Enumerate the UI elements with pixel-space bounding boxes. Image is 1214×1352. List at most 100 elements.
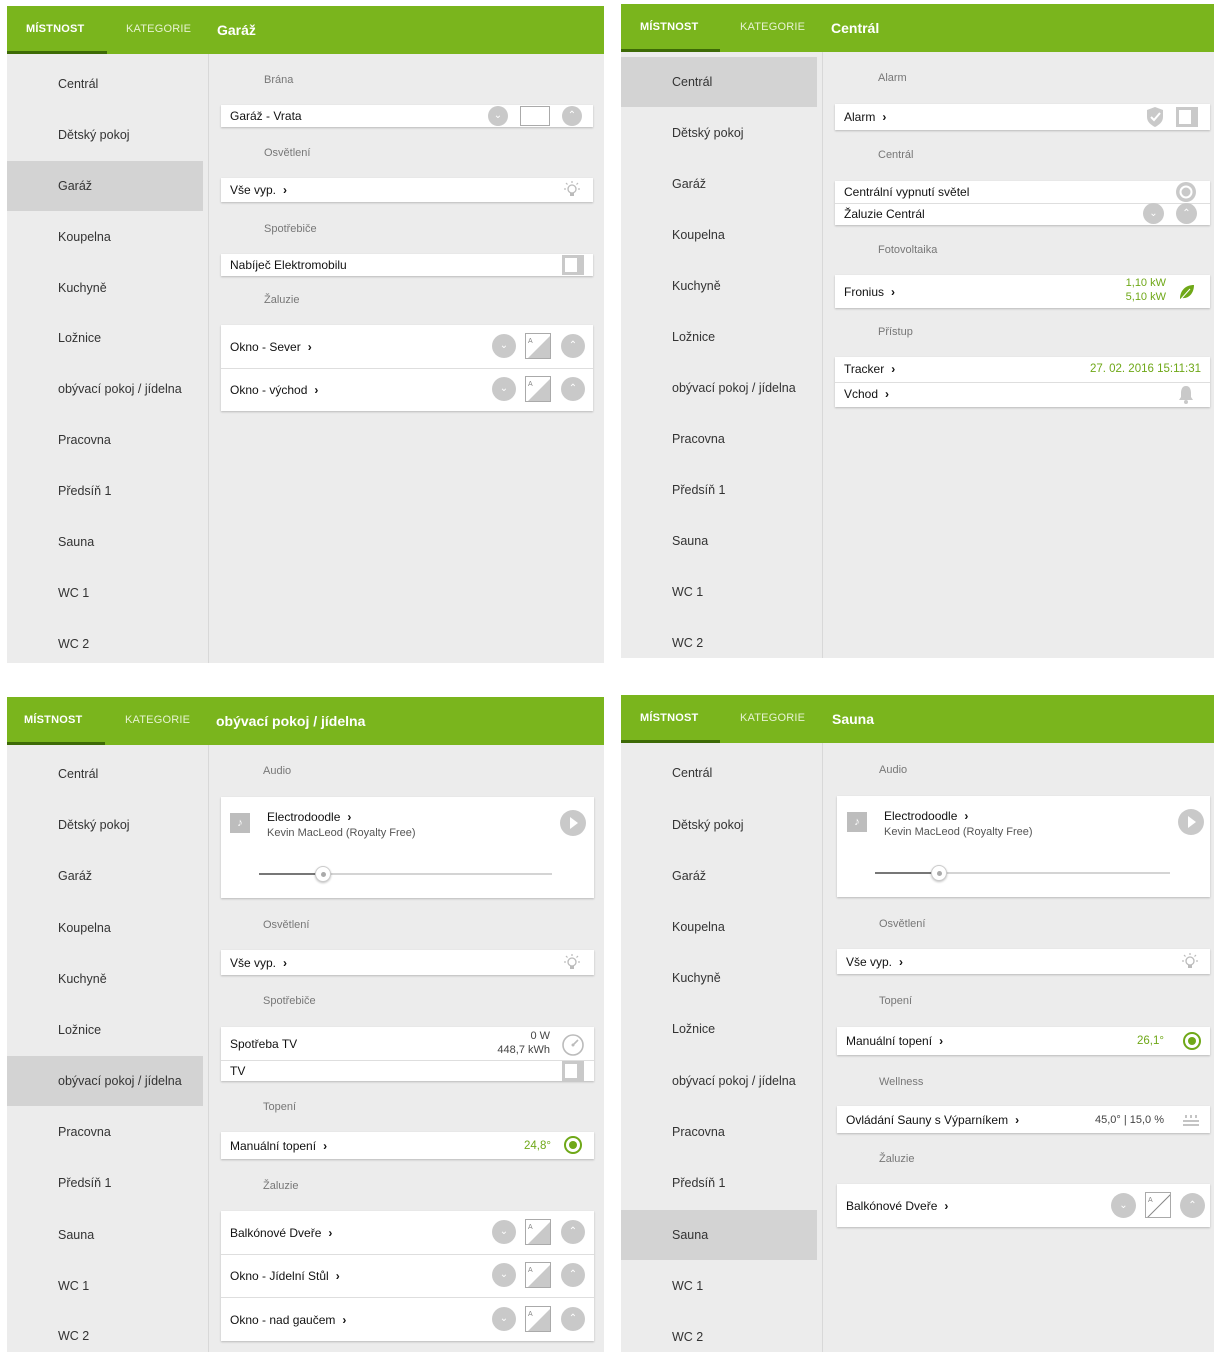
sidebar-item-room[interactable]: Dětský pokoj (7, 800, 203, 850)
sidebar-item-room[interactable]: Koupelna (7, 212, 203, 262)
sidebar-item-room[interactable]: Kuchyně (7, 954, 203, 1004)
sidebar-item-room[interactable]: Pracovna (7, 1107, 203, 1157)
alarm-label[interactable]: Alarm › (844, 110, 886, 124)
sidebar-item-room[interactable]: Centrál (7, 59, 203, 109)
sidebar-item-room[interactable]: obývací pokoj / jídelna (621, 1056, 817, 1106)
ev-charger-toggle[interactable] (562, 255, 584, 275)
blind-position-icon[interactable]: A (525, 1306, 551, 1332)
sidebar-item-room[interactable]: obývací pokoj / jídelna (7, 364, 203, 414)
blind-label[interactable]: Okno - východ › (230, 383, 318, 397)
sidebar-item-room[interactable]: obývací pokoj / jídelna (621, 363, 817, 413)
sidebar-item-room[interactable]: Centrál (621, 748, 817, 798)
lights-all-off-label[interactable]: Vše vyp. › (230, 956, 287, 970)
sidebar-item-room[interactable]: WC 1 (621, 1261, 817, 1311)
tab-room[interactable]: MÍSTNOST (7, 697, 105, 745)
sidebar-item-room[interactable]: Ložnice (7, 313, 203, 363)
alarm-toggle[interactable] (1176, 107, 1198, 127)
sidebar-item-room[interactable]: Garáž (7, 851, 203, 901)
tab-category[interactable]: KATEGORIE (740, 695, 805, 743)
tv-toggle[interactable] (562, 1061, 584, 1081)
sidebar-item-room-selected[interactable]: Centrál (621, 57, 817, 107)
tab-category[interactable]: KATEGORIE (740, 4, 805, 52)
blind-up-button[interactable]: ⌃ (1180, 1193, 1205, 1218)
entrance-label[interactable]: Vchod › (844, 387, 889, 401)
blind-up-button[interactable]: ⌃ (561, 1263, 585, 1287)
blind-up-button[interactable]: ⌃ (561, 1220, 585, 1244)
sidebar-item-room[interactable]: Garáž (621, 851, 817, 901)
sidebar-item-room[interactable]: Ložnice (7, 1005, 203, 1055)
sidebar-item-room[interactable]: Pracovna (621, 1107, 817, 1157)
sidebar-item-room[interactable]: WC 1 (7, 568, 203, 618)
sidebar-item-room-selected[interactable]: Sauna (621, 1210, 817, 1260)
sauna-control-label[interactable]: Ovládání Sauny s Výparníkem › (846, 1113, 1019, 1127)
manual-heating-label[interactable]: Manuální topení › (230, 1139, 327, 1153)
blind-down-button[interactable]: ⌄ (492, 1263, 516, 1287)
sidebar-item-room-selected[interactable]: Garáž (7, 161, 203, 211)
sidebar-item-room[interactable]: Kuchyně (621, 261, 817, 311)
tab-category[interactable]: KATEGORIE (126, 6, 191, 54)
tab-category[interactable]: KATEGORIE (125, 697, 190, 745)
blind-down-button[interactable]: ⌄ (1111, 1193, 1136, 1218)
blind-up-button[interactable]: ⌃ (561, 377, 585, 401)
up-button[interactable]: ⌃ (562, 106, 582, 126)
sidebar-item-room[interactable]: Kuchyně (7, 263, 203, 313)
blind-position-icon[interactable]: A (525, 1219, 551, 1245)
lights-all-off-label[interactable]: Vše vyp. › (230, 183, 287, 197)
sidebar-item-room[interactable]: Ložnice (621, 312, 817, 362)
volume-slider-handle[interactable] (931, 865, 947, 881)
blind-position-icon[interactable]: A (525, 1262, 551, 1288)
blind-label[interactable]: Okno - Sever › (230, 340, 312, 354)
sidebar-item-room[interactable]: Koupelna (621, 210, 817, 260)
blind-down-button[interactable]: ⌄ (492, 1307, 516, 1331)
target-icon[interactable] (563, 1135, 583, 1160)
tracker-label[interactable]: Tracker › (844, 362, 895, 376)
sidebar-item-room[interactable]: Předsíň 1 (621, 465, 817, 515)
blind-label[interactable]: Balkónové Dveře › (230, 1226, 332, 1240)
sidebar-item-room[interactable]: WC 2 (7, 619, 203, 663)
lights-all-off-label[interactable]: Vše vyp. › (846, 955, 903, 969)
blind-position-icon[interactable]: A (525, 333, 551, 359)
sidebar-item-room[interactable]: WC 2 (621, 618, 817, 658)
sidebar-item-room[interactable]: Předsíň 1 (7, 466, 203, 516)
sidebar-item-room-selected[interactable]: obývací pokoj / jídelna (7, 1056, 203, 1106)
gate-toggle[interactable] (520, 106, 550, 126)
sidebar-item-room[interactable]: Předsíň 1 (7, 1158, 203, 1208)
sidebar-item-room[interactable]: Pracovna (621, 414, 817, 464)
blind-down-button[interactable]: ⌄ (492, 1220, 516, 1244)
sidebar-item-room[interactable]: Pracovna (7, 415, 203, 465)
bulb-icon[interactable] (561, 180, 583, 205)
blind-up-button[interactable]: ⌃ (561, 1307, 585, 1331)
sidebar-item-room[interactable]: Kuchyně (621, 953, 817, 1003)
blind-up-button[interactable]: ⌃ (1176, 203, 1197, 224)
bulb-icon[interactable] (1179, 952, 1201, 977)
blind-down-button[interactable]: ⌄ (492, 334, 516, 358)
tab-room[interactable]: MÍSTNOST (7, 6, 107, 54)
sidebar-item-room[interactable]: WC 2 (621, 1312, 817, 1352)
track-title[interactable]: Electrodoodle › (884, 809, 968, 823)
tab-room[interactable]: MÍSTNOST (621, 4, 720, 52)
sidebar-item-room[interactable]: Dětský pokoj (621, 108, 817, 158)
manual-heating-label[interactable]: Manuální topení › (846, 1034, 943, 1048)
blind-label[interactable]: Okno - nad gaučem › (230, 1313, 346, 1327)
sidebar-item-room[interactable]: Koupelna (7, 903, 203, 953)
sidebar-item-room[interactable]: WC 1 (621, 567, 817, 617)
volume-slider-handle[interactable] (315, 866, 331, 882)
sidebar-item-room[interactable]: WC 1 (7, 1261, 203, 1311)
sidebar-item-room[interactable]: WC 2 (7, 1311, 203, 1352)
sidebar-item-room[interactable]: Dětský pokoj (7, 110, 203, 160)
sidebar-item-room[interactable]: Koupelna (621, 902, 817, 952)
play-button[interactable] (1178, 809, 1204, 835)
bulb-icon[interactable] (561, 953, 583, 978)
target-icon[interactable] (1182, 1031, 1202, 1056)
sidebar-item-room[interactable]: Dětský pokoj (621, 800, 817, 850)
blind-label[interactable]: Okno - Jídelní Stůl › (230, 1269, 340, 1283)
sidebar-item-room[interactable]: Garáž (621, 159, 817, 209)
sidebar-item-room[interactable]: Sauna (621, 516, 817, 566)
blind-up-button[interactable]: ⌃ (561, 334, 585, 358)
tab-room[interactable]: MÍSTNOST (621, 695, 720, 743)
sidebar-item-room[interactable]: Sauna (7, 517, 203, 567)
blind-down-button[interactable]: ⌄ (492, 377, 516, 401)
blind-position-icon[interactable]: A (525, 376, 551, 402)
track-title[interactable]: Electrodoodle › (267, 810, 351, 824)
play-button[interactable] (560, 810, 586, 836)
